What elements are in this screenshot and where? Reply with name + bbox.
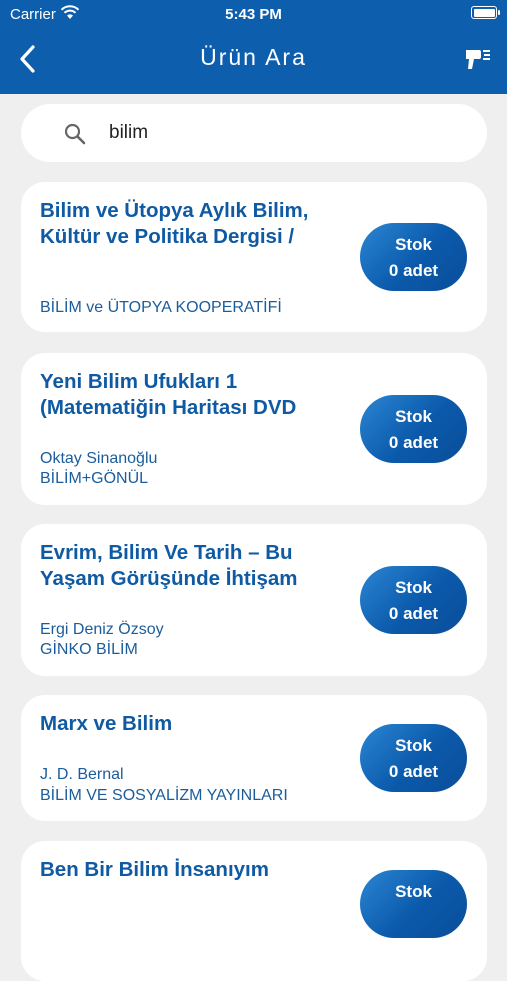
status-bar: Carrier 5:43 PM (0, 0, 507, 28)
stock-label: Stok (395, 736, 432, 755)
author-label: Ergi Deniz Özsoy (40, 621, 164, 638)
publisher-label: BİLİM ve ÜTOPYA KOOPERATİFİ (40, 299, 282, 316)
stock-label: Stok (395, 882, 432, 901)
stock-label: Stok (395, 578, 432, 597)
product-title: Yeni Bilim Ufukları 1 (Matematiğin Harit… (40, 369, 350, 421)
stock-label: Stok (395, 407, 432, 426)
stock-button[interactable]: Stok 0 adet (360, 566, 467, 634)
result-card[interactable]: Marx ve Bilim J. D. Bernal BİLİM VE SOSY… (21, 695, 487, 821)
product-title: Ben Bir Bilim İnsanıyım (40, 857, 350, 883)
stock-label: Stok (395, 235, 432, 254)
barcode-scanner-icon (466, 50, 490, 69)
product-title-line: Yeni Bilim Ufukları 1 (40, 370, 238, 393)
result-card[interactable]: Bilim ve Ütopya Aylık Bilim, Kültür ve P… (21, 182, 487, 332)
publisher-label: BİLİM+GÖNÜL (40, 470, 149, 487)
stock-button[interactable]: Stok 0 adet (360, 724, 467, 792)
search-icon (64, 123, 86, 145)
search-input[interactable] (109, 118, 449, 148)
product-title-line: Yaşam Görüşünde İhtişam (40, 567, 298, 590)
barcode-scan-button[interactable] (463, 44, 493, 74)
product-title-line: Evrim, Bilim Ve Tarih – Bu (40, 541, 293, 564)
search-bar[interactable] (21, 104, 487, 162)
product-title-line: Kültür ve Politika Dergisi / (40, 225, 295, 248)
page-title: Ürün Ara (200, 44, 307, 70)
product-title-line: (Matematiğin Haritası DVD (40, 396, 297, 419)
product-title-line: Bilim ve Ütopya Aylık Bilim, (40, 199, 309, 222)
product-title: Bilim ve Ütopya Aylık Bilim, Kültür ve P… (40, 198, 350, 250)
stock-button[interactable]: Stok (360, 870, 467, 938)
product-title: Marx ve Bilim (40, 711, 350, 737)
publisher-label: BİLİM VE SOSYALİZM YAYINLARI (40, 787, 288, 804)
author-label: J. D. Bernal (40, 766, 124, 783)
stock-count: 0 adet (388, 762, 439, 781)
product-title-line: Marx ve Bilim (40, 712, 173, 735)
stock-count: 0 adet (388, 604, 439, 623)
author-label: Oktay Sinanoğlu (40, 450, 158, 467)
nav-header: Carrier 5:43 PM Ürün Ara (0, 0, 507, 94)
result-card[interactable]: Ben Bir Bilim İnsanıyım Stok (21, 841, 487, 981)
result-card[interactable]: Yeni Bilim Ufukları 1 (Matematiğin Harit… (21, 353, 487, 505)
product-title-line: Ben Bir Bilim İnsanıyım (40, 858, 269, 881)
status-time: 5:43 PM (225, 6, 282, 23)
result-card[interactable]: Evrim, Bilim Ve Tarih – Bu Yaşam Görüşün… (21, 524, 487, 676)
stock-count: 0 adet (388, 433, 439, 452)
stock-button[interactable]: Stok 0 adet (360, 395, 467, 463)
battery-icon (471, 6, 500, 19)
stock-button[interactable]: Stok 0 adet (360, 223, 467, 291)
product-title: Evrim, Bilim Ve Tarih – Bu Yaşam Görüşün… (40, 540, 350, 592)
publisher-label: GİNKO BİLİM (40, 641, 138, 658)
stock-count: 0 adet (388, 261, 439, 280)
